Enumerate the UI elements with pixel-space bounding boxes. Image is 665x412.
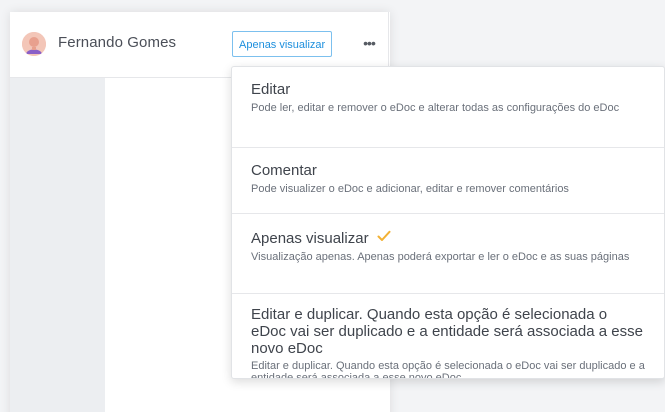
menu-divider — [232, 293, 664, 294]
permission-dropdown-button[interactable]: Apenas visualizar — [232, 31, 333, 57]
user-avatar-icon — [22, 32, 46, 56]
menu-item-editar-e-duplicar[interactable]: Editar e duplicar. Quando esta opção é s… — [232, 306, 664, 378]
menu-item-comentar[interactable]: Comentar Pode visualizer o eDoc e adicio… — [232, 162, 664, 212]
menu-item-description: Editar e duplicar. Quando esta opção é s… — [251, 360, 645, 379]
menu-item-title: Editar — [251, 81, 291, 98]
menu-item-description: Visualização apenas. Apenas poderá expor… — [251, 251, 630, 263]
share-permissions-view: Fernando Gomes Apenas visualizar ••• Edi… — [0, 0, 665, 412]
menu-item-description: Pode visualizer o eDoc e adicionar, edit… — [251, 183, 569, 195]
menu-divider — [232, 213, 664, 214]
permission-menu: Editar Pode ler, editar e remover o eDoc… — [231, 66, 665, 379]
menu-item-description: Pode ler, editar e remover o eDoc e alte… — [251, 102, 620, 114]
side-area — [10, 78, 105, 412]
check-icon — [377, 229, 391, 247]
user-name: Fernando Gomes — [58, 34, 177, 51]
more-horizontal-icon[interactable]: ••• — [358, 34, 380, 54]
menu-item-title: Apenas visualizar — [251, 230, 369, 247]
menu-item-editar[interactable]: Editar Pode ler, editar e remover o eDoc… — [232, 81, 664, 147]
menu-item-title: Comentar — [251, 162, 317, 179]
menu-item-apenas-visualizar[interactable]: Apenas visualizar Visualização apenas. A… — [232, 229, 664, 291]
menu-item-title: Editar e duplicar. Quando esta opção é s… — [251, 306, 643, 357]
menu-item-title-row: Apenas visualizar — [251, 229, 646, 248]
menu-divider — [232, 147, 664, 148]
